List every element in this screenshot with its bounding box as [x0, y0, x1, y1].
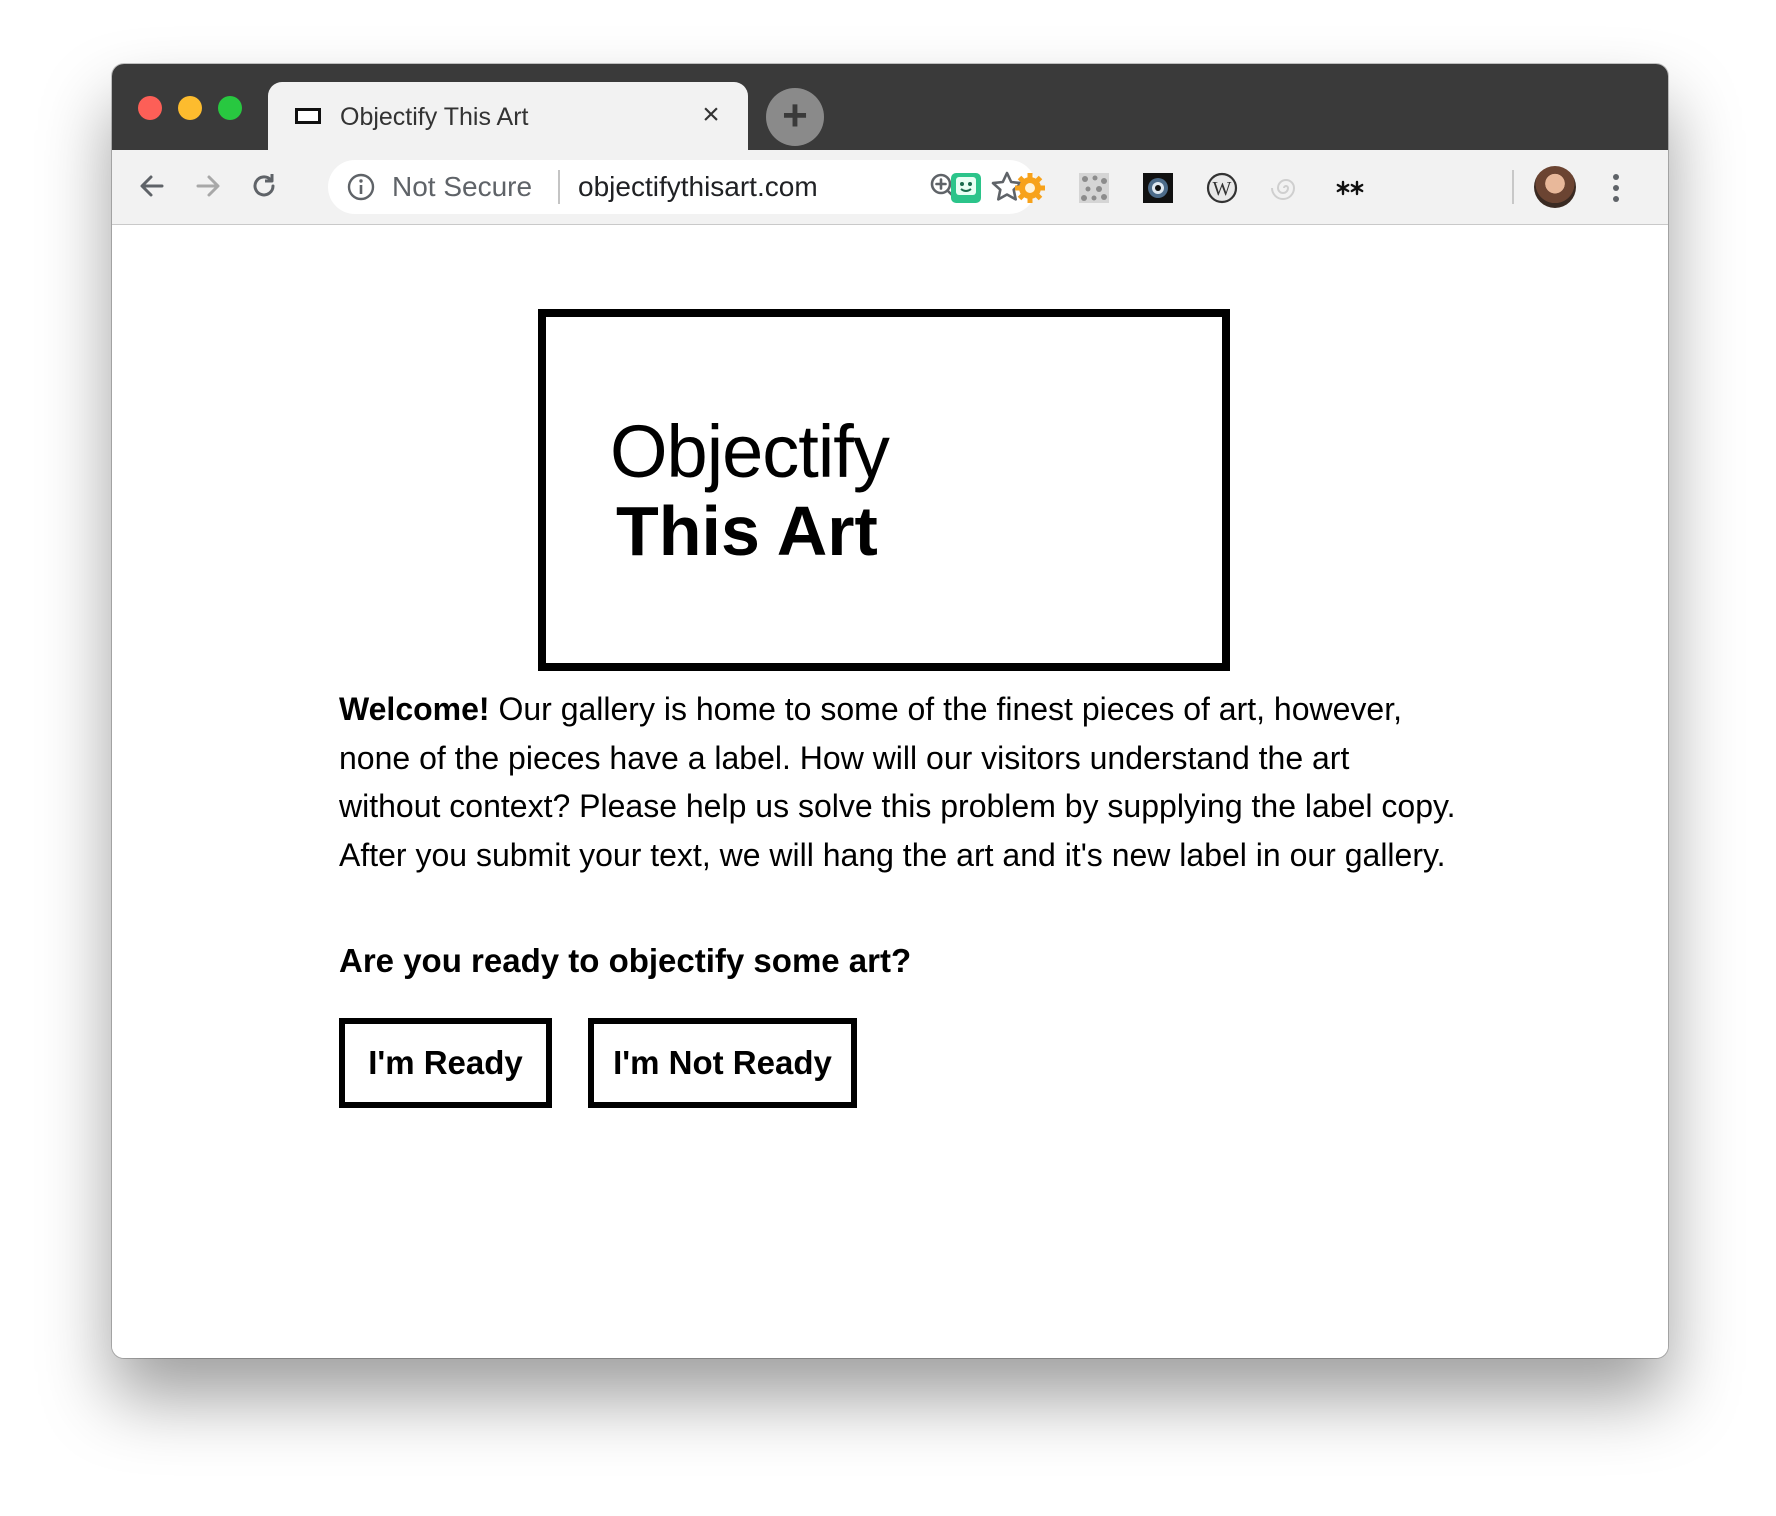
omnibox-divider: [558, 170, 560, 204]
logo-line-objectify: Objectify: [610, 410, 890, 493]
gear-ext-icon[interactable]: [1012, 170, 1048, 206]
minimize-window-button[interactable]: [178, 96, 202, 120]
page-content: Objectify This Art Welcome! Our gallery …: [112, 225, 1668, 1358]
w-ext-icon[interactable]: W: [1204, 170, 1240, 206]
pattern-ext-icon[interactable]: [1076, 170, 1112, 206]
logo-line-this-art: This Art: [616, 492, 878, 570]
more-menu-icon[interactable]: [1606, 170, 1626, 206]
tab-objectify-this-art[interactable]: Objectify This Art ×: [268, 82, 748, 150]
back-icon[interactable]: [130, 164, 174, 208]
favicon-icon: [295, 108, 321, 124]
im-ready-button[interactable]: I'm Ready: [339, 1018, 552, 1108]
spiral-ext-icon[interactable]: [1268, 170, 1304, 206]
forward-icon[interactable]: [186, 164, 230, 208]
tab-title: Objectify This Art: [340, 103, 529, 131]
info-icon[interactable]: [346, 172, 376, 202]
toolbar-divider: [1512, 170, 1514, 204]
face-ext-icon[interactable]: [948, 170, 984, 206]
site-logo: Objectify This Art: [538, 309, 1230, 671]
profile-avatar[interactable]: [1534, 166, 1576, 208]
security-label[interactable]: Not Secure: [392, 171, 532, 203]
eye-ext-icon[interactable]: [1140, 170, 1176, 206]
svg-text:W: W: [1213, 178, 1232, 200]
browser-toolbar: Not Secure objectifythisart.com W: [112, 150, 1668, 225]
tab-close-icon[interactable]: ×: [696, 100, 726, 130]
welcome-lead: Welcome!: [339, 691, 490, 727]
close-window-button[interactable]: [138, 96, 162, 120]
im-not-ready-button[interactable]: I'm Not Ready: [588, 1018, 857, 1108]
intro-paragraph: Welcome! Our gallery is home to some of …: [339, 685, 1459, 879]
tab-strip: Objectify This Art × +: [112, 64, 1668, 150]
ready-question: Are you ready to objectify some art?: [339, 942, 912, 979]
address-bar[interactable]: Not Secure objectifythisart.com: [328, 160, 1036, 214]
maximize-window-button[interactable]: [218, 96, 242, 120]
asterisks-ext-icon[interactable]: [1332, 170, 1368, 206]
browser-window: Objectify This Art × + Not Secure object…: [112, 64, 1668, 1358]
intro-body: Our gallery is home to some of the fines…: [339, 691, 1456, 873]
reload-icon[interactable]: [242, 164, 286, 208]
new-tab-button[interactable]: +: [766, 88, 824, 146]
url-text[interactable]: objectifythisart.com: [578, 171, 818, 203]
